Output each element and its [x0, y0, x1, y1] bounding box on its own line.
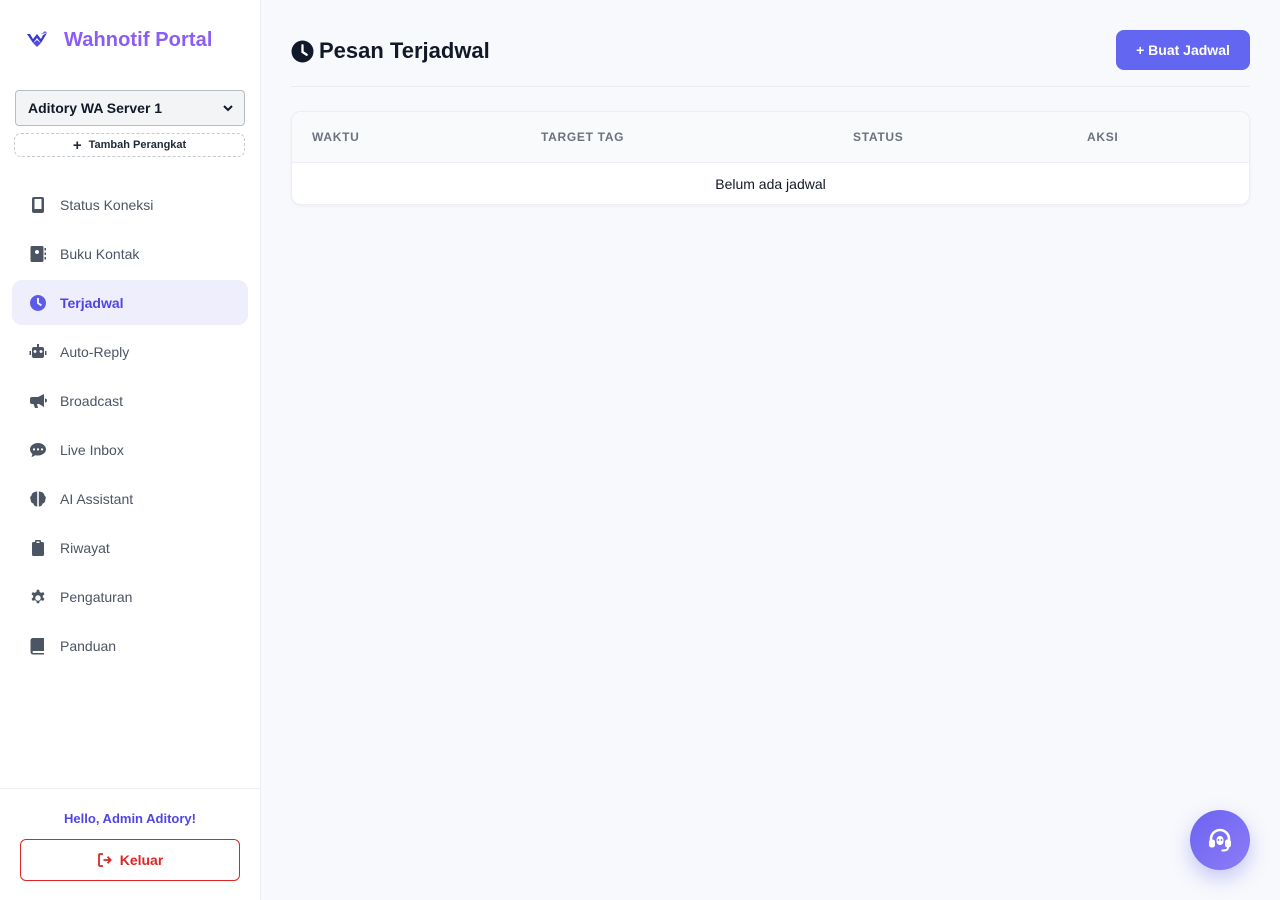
page-title: Pesan Terjadwal [291, 38, 490, 64]
sidebar-item-broadcast[interactable]: Broadcast [12, 378, 248, 423]
sidebar-item-label: AI Assistant [60, 490, 134, 507]
main-content: Pesan Terjadwal + Buat Jadwal WAKTU TARG… [261, 0, 1280, 900]
headset-icon [1209, 828, 1231, 852]
sidebar-nav: Status Koneksi Buku Kontak Terjadwal Aut… [12, 182, 248, 672]
sidebar-item-terjadwal[interactable]: Terjadwal [12, 280, 248, 325]
sidebar-item-label: Status Koneksi [60, 196, 154, 213]
gear-icon [29, 588, 47, 606]
add-device-label: Tambah Perangkat [88, 139, 187, 151]
clock-icon [291, 40, 314, 62]
sidebar-item-label: Riwayat [60, 539, 110, 556]
sidebar-item-label: Terjadwal [60, 294, 124, 311]
sidebar-item-label: Broadcast [60, 392, 124, 409]
address-book-icon [29, 245, 47, 263]
phone-icon [29, 196, 47, 214]
sidebar-item-buku-kontak[interactable]: Buku Kontak [12, 231, 248, 276]
sidebar-item-panduan[interactable]: Panduan [12, 623, 248, 668]
chevron-down-icon [223, 105, 233, 112]
clock-icon [29, 294, 47, 312]
logout-icon [97, 853, 112, 867]
column-header-status: STATUS [853, 130, 904, 144]
user-greeting: Hello, Admin Aditory! [64, 811, 196, 826]
sidebar-item-label: Auto-Reply [60, 343, 130, 360]
robot-icon [29, 343, 47, 361]
sidebar-item-auto-reply[interactable]: Auto-Reply [12, 329, 248, 374]
sidebar-item-live-inbox[interactable]: Live Inbox [12, 427, 248, 472]
brand-title: Wahnotif Portal [64, 28, 213, 51]
page-header: Pesan Terjadwal + Buat Jadwal [291, 30, 1250, 87]
sidebar: Wahnotif Portal Aditory WA Server 1 + Ta… [0, 0, 261, 900]
logout-button[interactable]: Keluar [20, 839, 240, 881]
sidebar-item-status-koneksi[interactable]: Status Koneksi [12, 182, 248, 227]
sidebar-footer: Hello, Admin Aditory! Keluar [0, 788, 260, 900]
megaphone-icon [29, 392, 47, 410]
bird-logo-icon [27, 31, 47, 47]
empty-table-message: Belum ada jadwal [715, 176, 826, 192]
support-chat-button[interactable] [1190, 810, 1250, 870]
sidebar-item-label: Buku Kontak [60, 245, 140, 262]
table-header: WAKTU TARGET TAG STATUS AKSI [292, 112, 1249, 163]
sidebar-item-pengaturan[interactable]: Pengaturan [12, 574, 248, 619]
sidebar-item-riwayat[interactable]: Riwayat [12, 525, 248, 570]
book-icon [29, 637, 47, 655]
brain-icon [29, 490, 47, 508]
column-header-aksi: AKSI [1087, 130, 1119, 144]
sidebar-item-label: Pengaturan [60, 588, 133, 605]
column-header-waktu: WAKTU [312, 130, 360, 144]
device-select-value: Aditory WA Server 1 [28, 100, 163, 116]
schedule-table: WAKTU TARGET TAG STATUS AKSI Belum ada j… [291, 111, 1250, 205]
create-schedule-button[interactable]: + Buat Jadwal [1116, 30, 1250, 70]
sidebar-item-ai-assistant[interactable]: AI Assistant [12, 476, 248, 521]
page-title-text: Pesan Terjadwal [319, 38, 490, 63]
clipboard-icon [29, 539, 47, 557]
logout-label: Keluar [119, 852, 164, 868]
sidebar-item-label: Panduan [60, 637, 117, 654]
add-device-button[interactable]: + Tambah Perangkat [14, 133, 245, 157]
column-header-target-tag: TARGET TAG [541, 130, 625, 144]
sidebar-item-label: Live Inbox [60, 441, 124, 458]
chat-bubble-icon [29, 441, 47, 459]
plus-icon: + [72, 136, 82, 154]
device-select[interactable]: Aditory WA Server 1 [15, 90, 245, 126]
brand[interactable]: Wahnotif Portal [24, 26, 213, 54]
